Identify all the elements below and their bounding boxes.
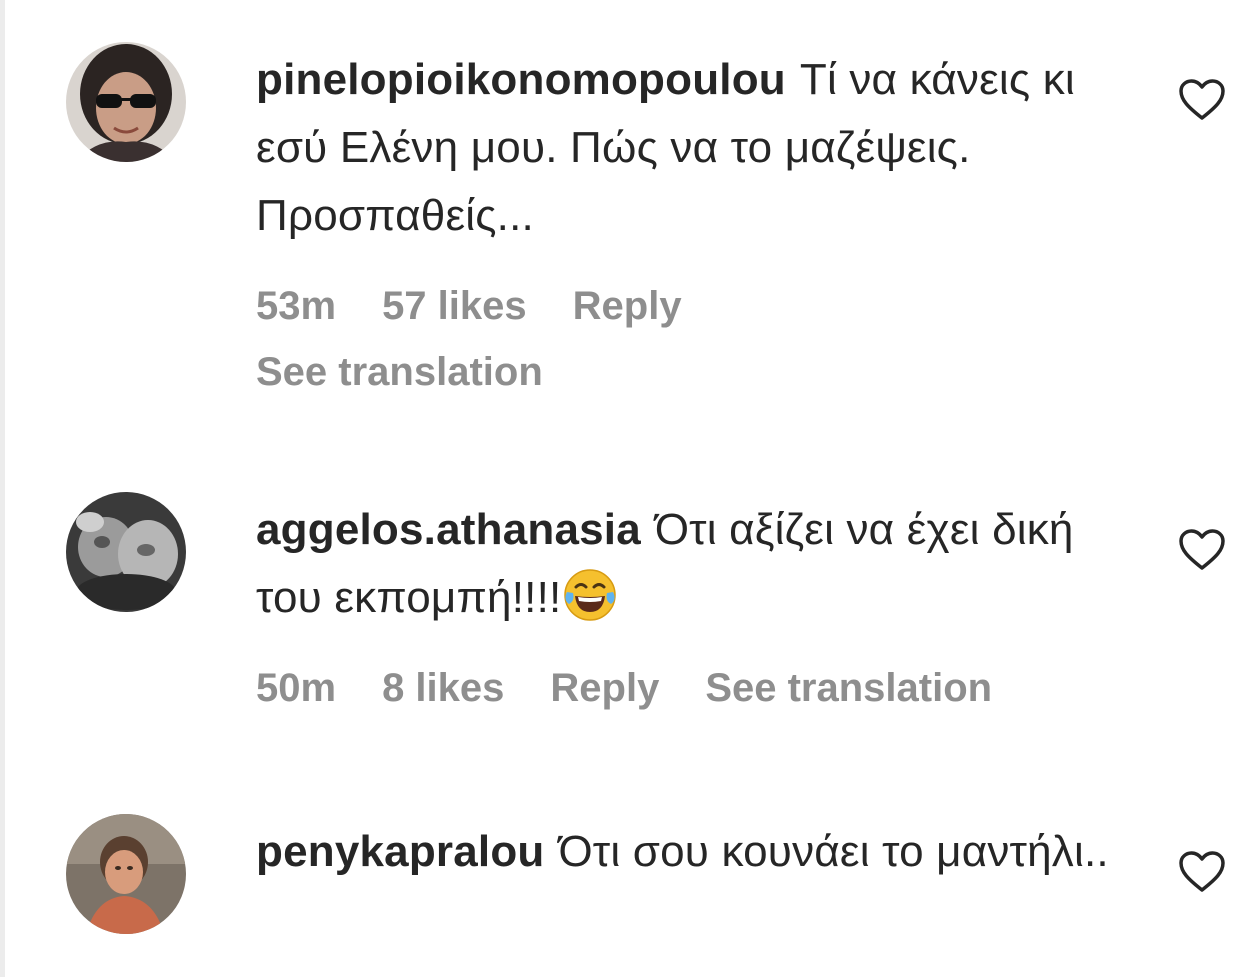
- comment-likes[interactable]: 57 likes: [382, 284, 527, 329]
- heart-outline-icon[interactable]: [1178, 528, 1226, 572]
- comment-username[interactable]: penykapralou: [256, 827, 545, 876]
- comment-body: Ότι σου κουνάει το μαντήλι..: [558, 827, 1109, 876]
- comment-text: aggelos.athanasia Ότι αξίζει να έχει δική…: [256, 496, 1146, 632]
- avatar[interactable]: [66, 814, 186, 934]
- comment-time[interactable]: 53m: [256, 284, 336, 329]
- comment-time[interactable]: 50m: [256, 666, 336, 711]
- heart-outline-icon[interactable]: [1178, 78, 1226, 122]
- comment-likes[interactable]: 8 likes: [382, 666, 504, 711]
- avatar[interactable]: [66, 492, 186, 612]
- reply-button[interactable]: Reply: [573, 284, 682, 329]
- reply-button[interactable]: Reply: [550, 666, 659, 711]
- comment-username[interactable]: aggelos.athanasia: [256, 505, 641, 554]
- comment-username[interactable]: pinelopioikonomopoulou: [256, 55, 786, 104]
- see-translation-button[interactable]: See translation: [256, 350, 543, 395]
- comment-meta: 53m 57 likes Reply: [256, 284, 728, 329]
- comment-text: penykapralou Ότι σου κουνάει το μαντήλι..: [256, 818, 1146, 886]
- comment-text: pinelopioikonomopoulou Τί να κάνεις κι εσ…: [256, 46, 1146, 250]
- comment-meta: 50m 8 likes Reply See translation: [256, 666, 1038, 711]
- avatar[interactable]: [66, 42, 186, 162]
- left-border: [0, 0, 5, 977]
- tears-of-joy-emoji: [564, 569, 617, 621]
- see-translation-button[interactable]: See translation: [705, 666, 992, 711]
- heart-outline-icon[interactable]: [1178, 850, 1226, 894]
